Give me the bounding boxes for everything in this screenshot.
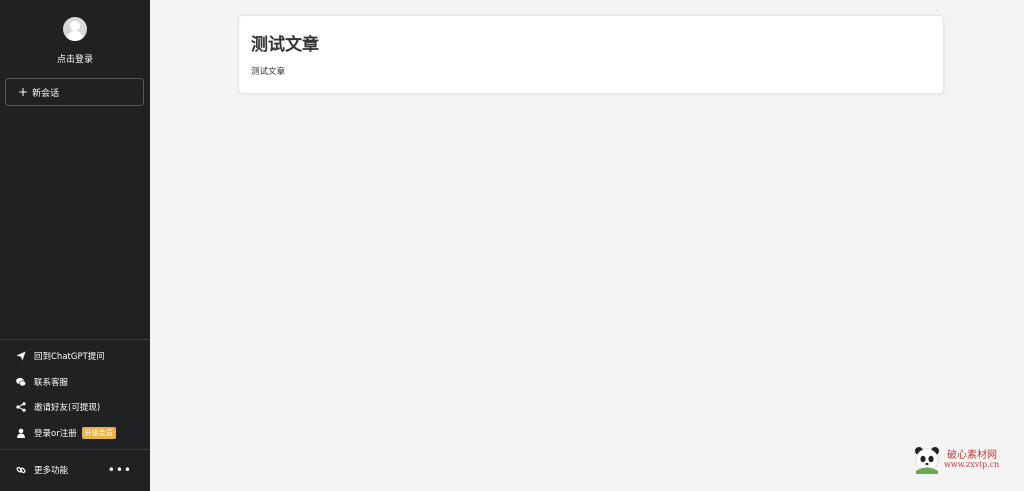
login-link[interactable]: 点击登录 (0, 52, 150, 65)
more-features-item[interactable]: 更多功能 ••• (0, 459, 150, 481)
vip-badge[interactable]: 升级会员 (81, 427, 116, 439)
article-body: 测试文章 (251, 67, 286, 77)
share-icon (16, 402, 26, 412)
article-card: 测试文章 测试文章 (238, 15, 944, 94)
menu-item-login-register[interactable]: 登录or注册 升级会员 (0, 422, 150, 444)
plus-icon: + (18, 85, 29, 99)
link-icon (16, 466, 26, 474)
menu-item-customer-service[interactable]: 联系客服 (0, 371, 150, 393)
watermark: 破心素材网 www.zxvip.cn (912, 444, 1020, 474)
menu-item-label: 邀请好友(可提现) (34, 403, 101, 413)
menu-item-invite-friends[interactable]: 邀请好友(可提现) (0, 396, 150, 418)
watermark-text: 破心素材网 (947, 450, 997, 461)
menu-item-label: 登录or注册 (34, 429, 77, 439)
menu-item-label: 联系客服 (34, 378, 69, 388)
watermark-url: www.zxvip.cn (944, 460, 1000, 469)
panda-logo-icon (915, 447, 939, 474)
article-title: 测试文章 (251, 35, 319, 55)
divider (0, 449, 150, 450)
new-chat-label: 新会话 (32, 88, 60, 99)
sidebar: 点击登录 + 新会话 回到ChatGPT提问 联系客服 邀请好友(可提现) 登录… (0, 0, 150, 491)
more-features-label: 更多功能 (34, 466, 69, 476)
wechat-icon (16, 377, 26, 387)
menu-item-label: 回到ChatGPT提问 (34, 352, 105, 362)
menu-item-back-to-chatgpt[interactable]: 回到ChatGPT提问 (0, 345, 150, 367)
send-icon (16, 351, 26, 361)
user-icon (17, 428, 25, 438)
more-options-icon[interactable]: ••• (108, 464, 132, 476)
divider (0, 339, 150, 340)
avatar[interactable] (63, 17, 87, 41)
new-chat-button[interactable]: + 新会话 (5, 78, 144, 106)
